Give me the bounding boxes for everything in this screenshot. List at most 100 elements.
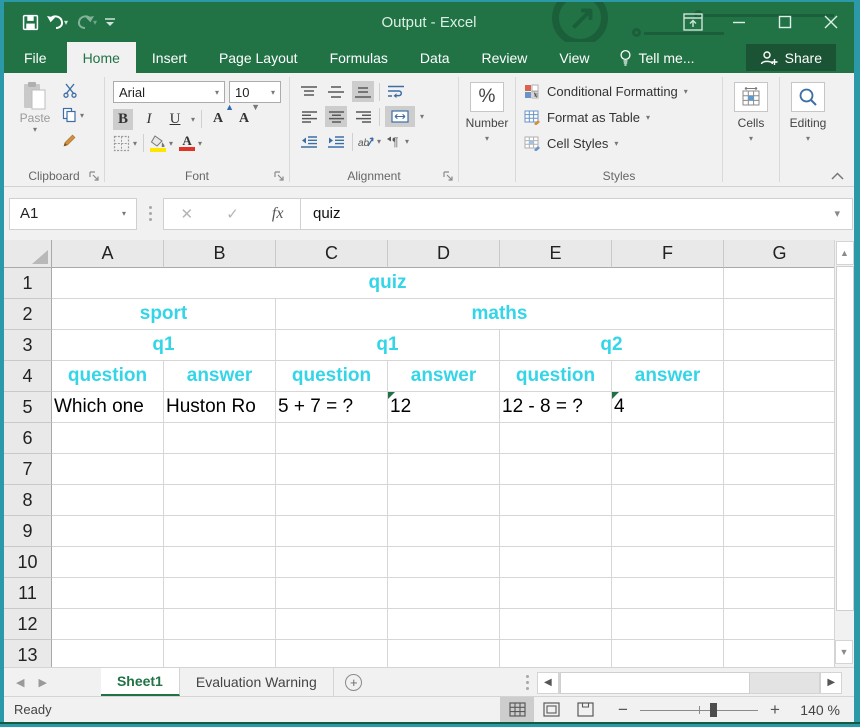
scroll-left-arrow[interactable]: ◀ [537, 672, 559, 694]
cell-C5[interactable]: 5 + 7 = ? [276, 392, 388, 423]
alignment-dialog-launcher[interactable] [443, 171, 454, 182]
row-header-5[interactable]: 5 [4, 392, 52, 423]
cell-G8[interactable] [724, 485, 836, 516]
row-header-12[interactable]: 12 [4, 609, 52, 640]
format-painter-button[interactable] [62, 131, 84, 149]
tab-file[interactable]: File [4, 42, 67, 73]
cell-B9[interactable] [164, 516, 276, 547]
cell-D5[interactable]: 12 [388, 392, 500, 423]
cell-A5[interactable]: Which one [52, 392, 164, 423]
cell-G3[interactable] [724, 330, 836, 361]
new-sheet-button[interactable]: + [334, 668, 374, 696]
row-header-11[interactable]: 11 [4, 578, 52, 609]
sheet-tab-evaluation-warning[interactable]: Evaluation Warning [180, 668, 334, 696]
minimize-button[interactable] [716, 2, 762, 42]
row-header-13[interactable]: 13 [4, 640, 52, 667]
cell-B5[interactable]: Huston Ro [164, 392, 276, 423]
cell-F12[interactable] [612, 609, 724, 640]
cell-F9[interactable] [612, 516, 724, 547]
formula-bar-splitter[interactable] [141, 206, 159, 221]
cell-F10[interactable] [612, 547, 724, 578]
format-as-table-button[interactable]: Format as Table ▾ [524, 104, 722, 130]
cell-F5[interactable]: 4 [612, 392, 724, 423]
cell-F4[interactable]: answer [612, 361, 724, 392]
text-direction-button[interactable]: ¶ ▾ [386, 133, 409, 151]
cell-G9[interactable] [724, 516, 836, 547]
sheet-tab-sheet1[interactable]: Sheet1 [101, 668, 180, 696]
horizontal-scroll-thumb[interactable] [560, 672, 750, 694]
cell-A7[interactable] [52, 454, 164, 485]
cell-F11[interactable] [612, 578, 724, 609]
formula-input[interactable]: quiz ▾ [301, 198, 853, 230]
number-group-button[interactable]: % Number ▾ [459, 78, 515, 143]
row-header-3[interactable]: 3 [4, 330, 52, 361]
cell-D13[interactable] [388, 640, 500, 667]
tab-insert[interactable]: Insert [136, 42, 203, 73]
align-left-button[interactable] [298, 106, 320, 127]
font-name-combo[interactable]: Arial▾ [113, 81, 225, 103]
cut-button[interactable] [62, 81, 84, 99]
fill-color-button[interactable]: ▾ [150, 134, 173, 152]
zoom-in-button[interactable]: + [768, 700, 782, 720]
row-header-4[interactable]: 4 [4, 361, 52, 392]
top-align-button[interactable] [298, 81, 320, 102]
column-header-D[interactable]: D [388, 240, 500, 268]
editing-group-button[interactable]: Editing ▾ [780, 78, 836, 143]
paste-button[interactable]: Paste ▾ [14, 81, 56, 134]
cell-A4[interactable]: question [52, 361, 164, 392]
cell-F8[interactable] [612, 485, 724, 516]
column-header-A[interactable]: A [52, 240, 164, 268]
font-dialog-launcher[interactable] [274, 171, 285, 182]
row-header-2[interactable]: 2 [4, 299, 52, 330]
cell-styles-button[interactable]: Cell Styles ▾ [524, 130, 722, 156]
row-header-9[interactable]: 9 [4, 516, 52, 547]
fill-color-dropdown-icon[interactable]: ▾ [169, 139, 173, 148]
cell-A13[interactable] [52, 640, 164, 667]
column-header-F[interactable]: F [612, 240, 724, 268]
cell-F7[interactable] [612, 454, 724, 485]
copy-dropdown-icon[interactable]: ▾ [80, 111, 84, 120]
cell-G12[interactable] [724, 609, 836, 640]
wrap-text-button[interactable] [385, 81, 407, 102]
page-layout-view-button[interactable] [534, 697, 568, 722]
cancel-entry-icon[interactable]: ✕ [181, 205, 194, 223]
cell-B10[interactable] [164, 547, 276, 578]
cell-E9[interactable] [500, 516, 612, 547]
cell-D4[interactable]: answer [388, 361, 500, 392]
middle-align-button[interactable] [325, 81, 347, 102]
decrease-indent-button[interactable] [298, 131, 320, 152]
cell-C2[interactable]: maths [276, 299, 724, 330]
qat-customize-button[interactable] [104, 15, 116, 29]
align-right-button[interactable] [352, 106, 374, 127]
align-center-button[interactable] [325, 106, 347, 127]
cell-A2[interactable]: sport [52, 299, 276, 330]
horizontal-scrollbar[interactable] [559, 672, 821, 694]
cell-G10[interactable] [724, 547, 836, 578]
cell-E7[interactable] [500, 454, 612, 485]
cell-B11[interactable] [164, 578, 276, 609]
cell-E10[interactable] [500, 547, 612, 578]
zoom-out-button[interactable]: − [616, 700, 630, 720]
merge-center-dropdown-icon[interactable]: ▾ [420, 112, 424, 121]
zoom-slider-handle[interactable] [710, 703, 717, 717]
cell-D7[interactable] [388, 454, 500, 485]
cell-A11[interactable] [52, 578, 164, 609]
cell-A10[interactable] [52, 547, 164, 578]
cell-C6[interactable] [276, 423, 388, 454]
tab-review[interactable]: Review [466, 42, 544, 73]
row-header-10[interactable]: 10 [4, 547, 52, 578]
underline-dropdown-icon[interactable]: ▾ [191, 115, 195, 124]
cell-C13[interactable] [276, 640, 388, 667]
page-break-preview-button[interactable] [568, 697, 602, 722]
cell-B12[interactable] [164, 609, 276, 640]
row-header-8[interactable]: 8 [4, 485, 52, 516]
name-box[interactable]: A1 ▾ [9, 198, 137, 230]
ribbon-display-options-button[interactable] [670, 2, 716, 42]
cell-G4[interactable] [724, 361, 836, 392]
font-color-button[interactable]: A ▾ [179, 134, 202, 152]
vertical-scrollbar[interactable]: ▲ ▼ [834, 240, 854, 667]
cell-B6[interactable] [164, 423, 276, 454]
column-header-G[interactable]: G [724, 240, 836, 268]
cell-A6[interactable] [52, 423, 164, 454]
increase-indent-button[interactable] [325, 131, 347, 152]
